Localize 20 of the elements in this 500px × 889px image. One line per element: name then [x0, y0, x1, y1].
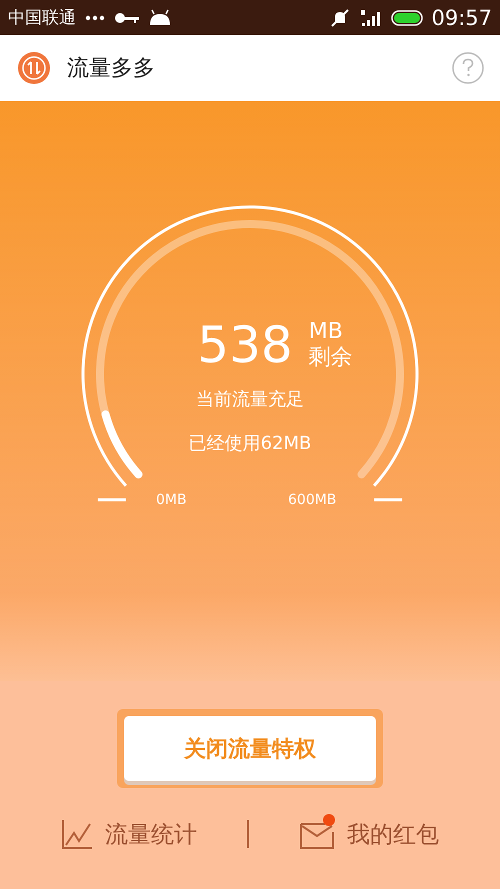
line-chart-icon[interactable] — [61, 819, 93, 849]
unit-label: MB — [308, 319, 344, 345]
key-icon — [114, 12, 140, 24]
clock: 09:57 — [431, 6, 492, 30]
min-label: 0MB — [156, 492, 187, 508]
remaining-label: 剩余 — [308, 345, 353, 371]
carrier-name: 中国联通 — [8, 7, 76, 29]
help-icon[interactable] — [451, 51, 485, 85]
battery-icon — [391, 10, 424, 26]
nav-link[interactable]: 我的红包 — [347, 818, 439, 850]
muted-bell-icon — [329, 8, 352, 26]
nav-link[interactable]: 流量统计 — [105, 818, 197, 850]
app-logo-icon — [17, 51, 51, 85]
close-privilege-button[interactable]: 关闭流量特权 — [124, 716, 376, 781]
remaining-value: 538 — [197, 317, 293, 373]
max-label: 600MB — [288, 492, 336, 508]
used-text: 已经使用62MB — [188, 432, 312, 455]
status-text: 当前流量充足 — [196, 388, 304, 411]
app-title: 流量多多 — [67, 55, 155, 83]
android-icon — [148, 8, 172, 26]
